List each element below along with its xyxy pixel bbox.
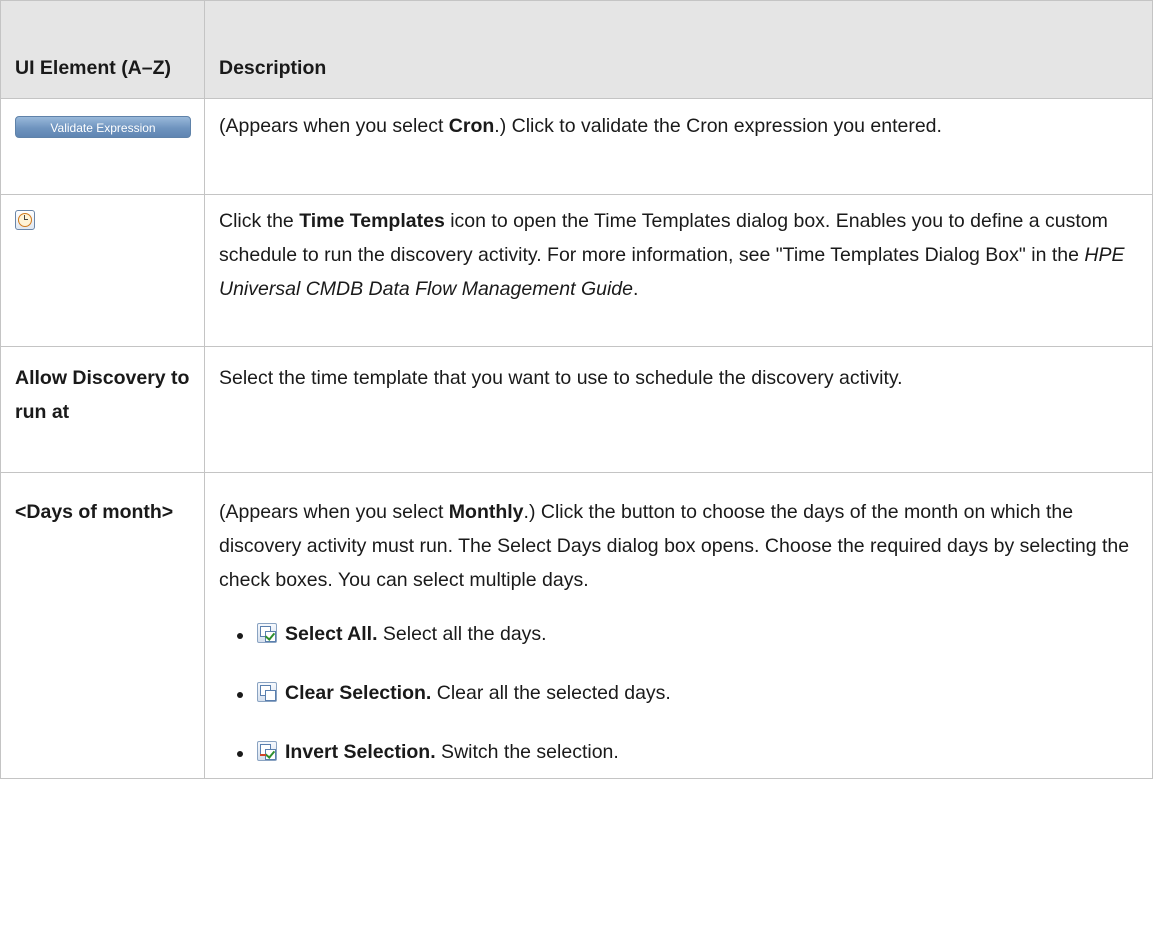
description-bold-term: Cron [448, 115, 495, 137]
table-row: Click the Time Templates icon to open th… [0, 194, 1153, 347]
option-label: Clear Selection. [285, 682, 432, 704]
table-row: <Days of month> (Appears when you select… [0, 472, 1153, 779]
bullet [237, 692, 243, 698]
bullet [237, 751, 243, 757]
bullet [237, 633, 243, 639]
validate-expression-button[interactable]: Validate Expression [15, 116, 191, 138]
option-label: Select All. [285, 623, 378, 645]
description-text: Click the [219, 210, 300, 232]
description-paragraph: (Appears when you select Monthly.) Click… [219, 495, 1138, 597]
option-text: Clear all the selected days. [431, 682, 671, 704]
list-item: Select All. Select all the days. [237, 617, 1138, 651]
description-text: .) Click to validate the Cron expression… [494, 115, 942, 137]
ui-elements-table: UI Element (A–Z) Description Validate Ex… [0, 0, 1153, 779]
clear-selection-icon[interactable] [257, 682, 277, 702]
description-text: (Appears when you select [219, 501, 449, 523]
column-header-ui-element: UI Element (A–Z) [0, 0, 205, 99]
select-all-icon[interactable] [257, 623, 277, 643]
description-text: . [633, 278, 639, 300]
description-cell: Click the Time Templates icon to open th… [204, 194, 1153, 347]
time-templates-icon[interactable] [15, 210, 35, 230]
list-item: Clear Selection. Clear all the selected … [237, 676, 1138, 710]
table-row: Validate Expression (Appears when you se… [0, 98, 1153, 195]
ui-element-name: Allow Discovery to run at [0, 346, 205, 473]
ui-element-cell [0, 194, 205, 347]
description-bold-term: Monthly [448, 501, 524, 523]
description-bold-term: Time Templates [299, 210, 445, 232]
option-label: Invert Selection. [285, 741, 436, 763]
option-text: Select all the days. [377, 623, 547, 645]
table-header-row: UI Element (A–Z) Description [0, 0, 1153, 99]
ui-element-cell: Validate Expression [0, 98, 205, 195]
selection-options-list: Select All. Select all the days. Clear S… [219, 617, 1138, 769]
option-text: Switch the selection. [435, 741, 619, 763]
invert-selection-icon[interactable] [257, 741, 277, 761]
column-header-description: Description [204, 0, 1153, 99]
description-text: (Appears when you select [219, 115, 449, 137]
list-item: Invert Selection. Switch the selection. [237, 735, 1138, 769]
description-cell: Select the time template that you want t… [204, 346, 1153, 473]
table-row: Allow Discovery to run at Select the tim… [0, 346, 1153, 473]
ui-element-name: <Days of month> [0, 472, 205, 779]
description-cell: (Appears when you select Monthly.) Click… [204, 472, 1153, 779]
description-cell: (Appears when you select Cron.) Click to… [204, 98, 1153, 195]
